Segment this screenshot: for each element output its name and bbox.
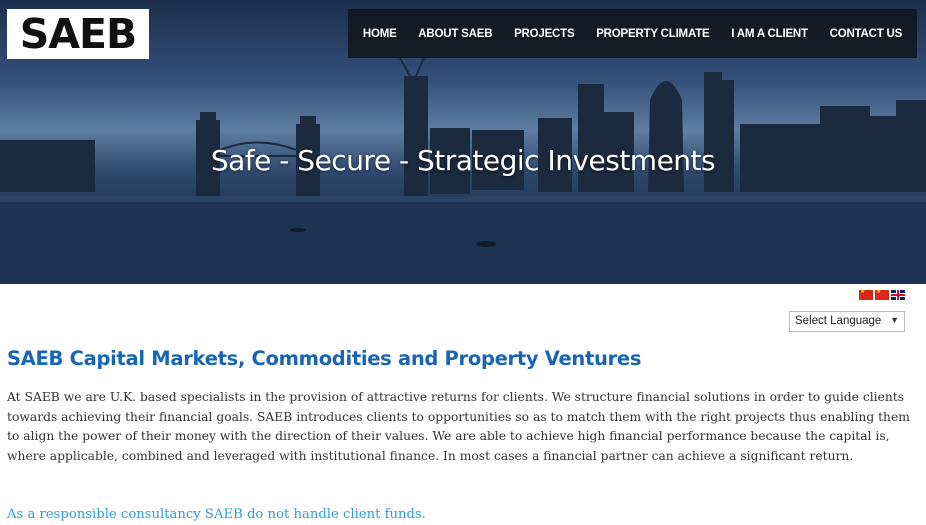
nav-contact-us[interactable]: CONTACT US [830,28,903,40]
saeb-logo[interactable]: SAEB [7,9,149,59]
nav-projects[interactable]: PROJECTS [514,28,575,40]
client-funds-note: As a responsible consultancy SAEB do not… [7,507,426,522]
logo-text: SAEB [19,9,138,58]
language-flags [859,288,905,300]
hero-banner: SAEB HOME ABOUT SAEB PROJECTS PROPERTY C… [0,0,926,284]
nav-home[interactable]: HOME [363,28,397,40]
china-flag-icon[interactable] [859,288,873,300]
main-navigation: HOME ABOUT SAEB PROJECTS PROPERTY CLIMAT… [348,9,917,58]
nav-about-saeb[interactable]: ABOUT SAEB [418,28,492,40]
intro-paragraph: At SAEB we are U.K. based specialists in… [7,390,910,463]
dropdown-arrow-icon: ▼ [890,315,899,325]
uk-flag-icon[interactable] [891,290,905,300]
china-flag-icon[interactable] [875,288,889,300]
nav-i-am-a-client[interactable]: I AM A CLIENT [731,28,808,40]
nav-property-climate[interactable]: PROPERTY CLIMATE [596,28,710,40]
language-select[interactable]: Select Language ▼ [789,311,905,332]
language-select-value: Select Language [795,315,882,327]
page-heading: SAEB Capital Markets, Commodities and Pr… [7,347,642,370]
hero-tagline: Safe - Secure - Strategic Investments [210,144,716,177]
